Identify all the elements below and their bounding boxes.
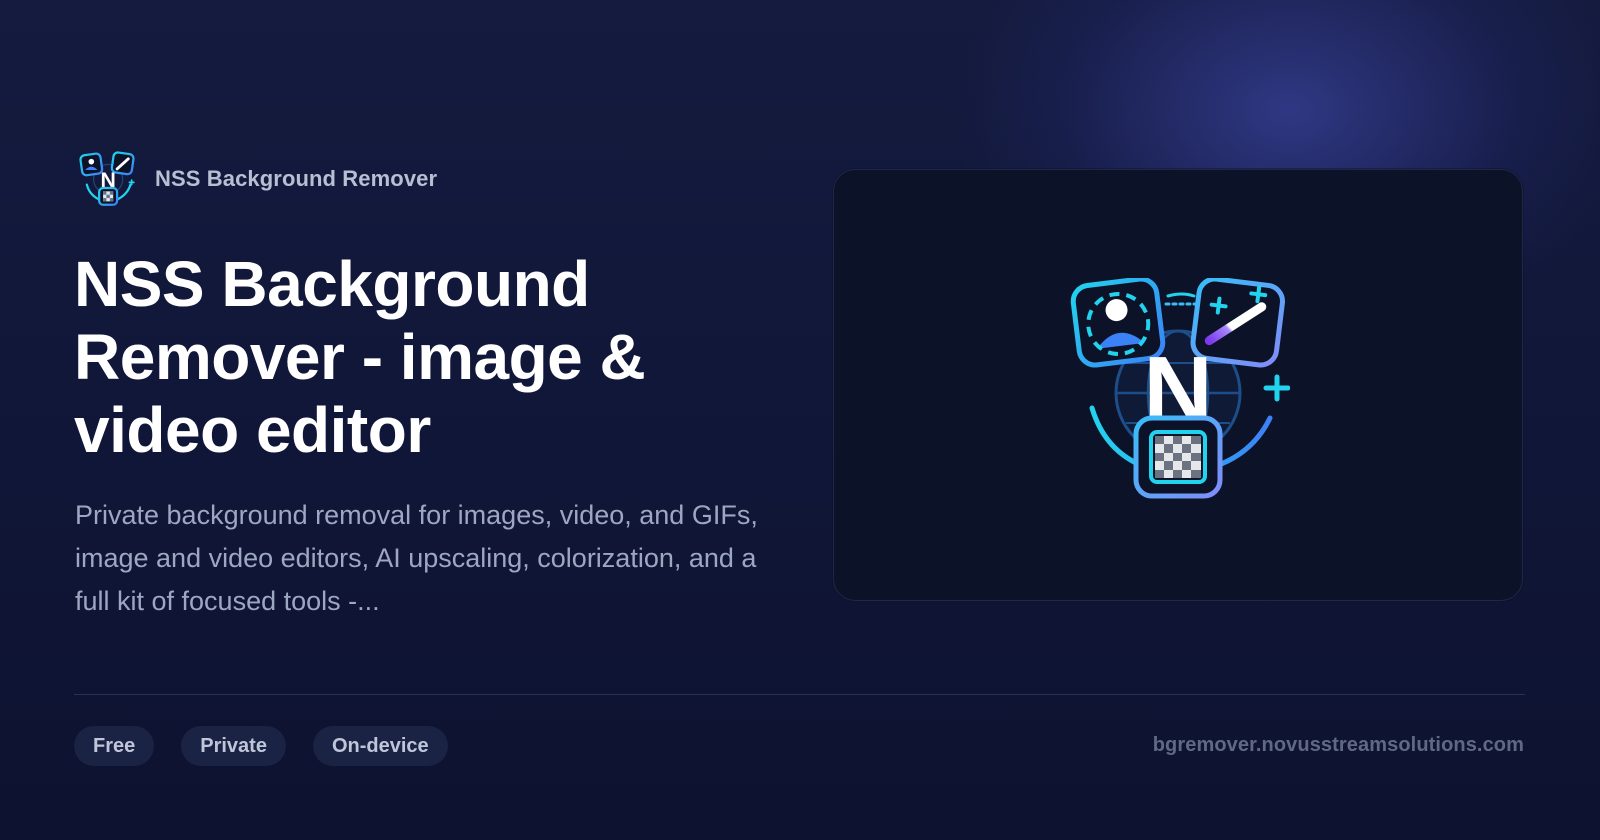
- site-url: bgremover.novusstreamsolutions.com: [1152, 734, 1524, 756]
- hero-image-card: N: [833, 169, 1523, 601]
- page-title: NSS Background Remover - image & video e…: [74, 248, 646, 466]
- tag-private: Private: [181, 726, 286, 766]
- feature-tags: Free Private On-device: [74, 726, 448, 766]
- nss-hero-logo-icon: N: [1070, 278, 1290, 499]
- footer-divider: [74, 694, 1525, 695]
- brand-name: NSS Background Remover: [155, 166, 438, 191]
- brand-header: N NSS Background Remover: [79, 150, 437, 208]
- nss-logo-icon: N: [79, 151, 135, 206]
- tag-free: Free: [74, 726, 155, 766]
- tag-on-device: On-device: [312, 726, 448, 766]
- page-description: Private background removal for images, v…: [75, 500, 758, 616]
